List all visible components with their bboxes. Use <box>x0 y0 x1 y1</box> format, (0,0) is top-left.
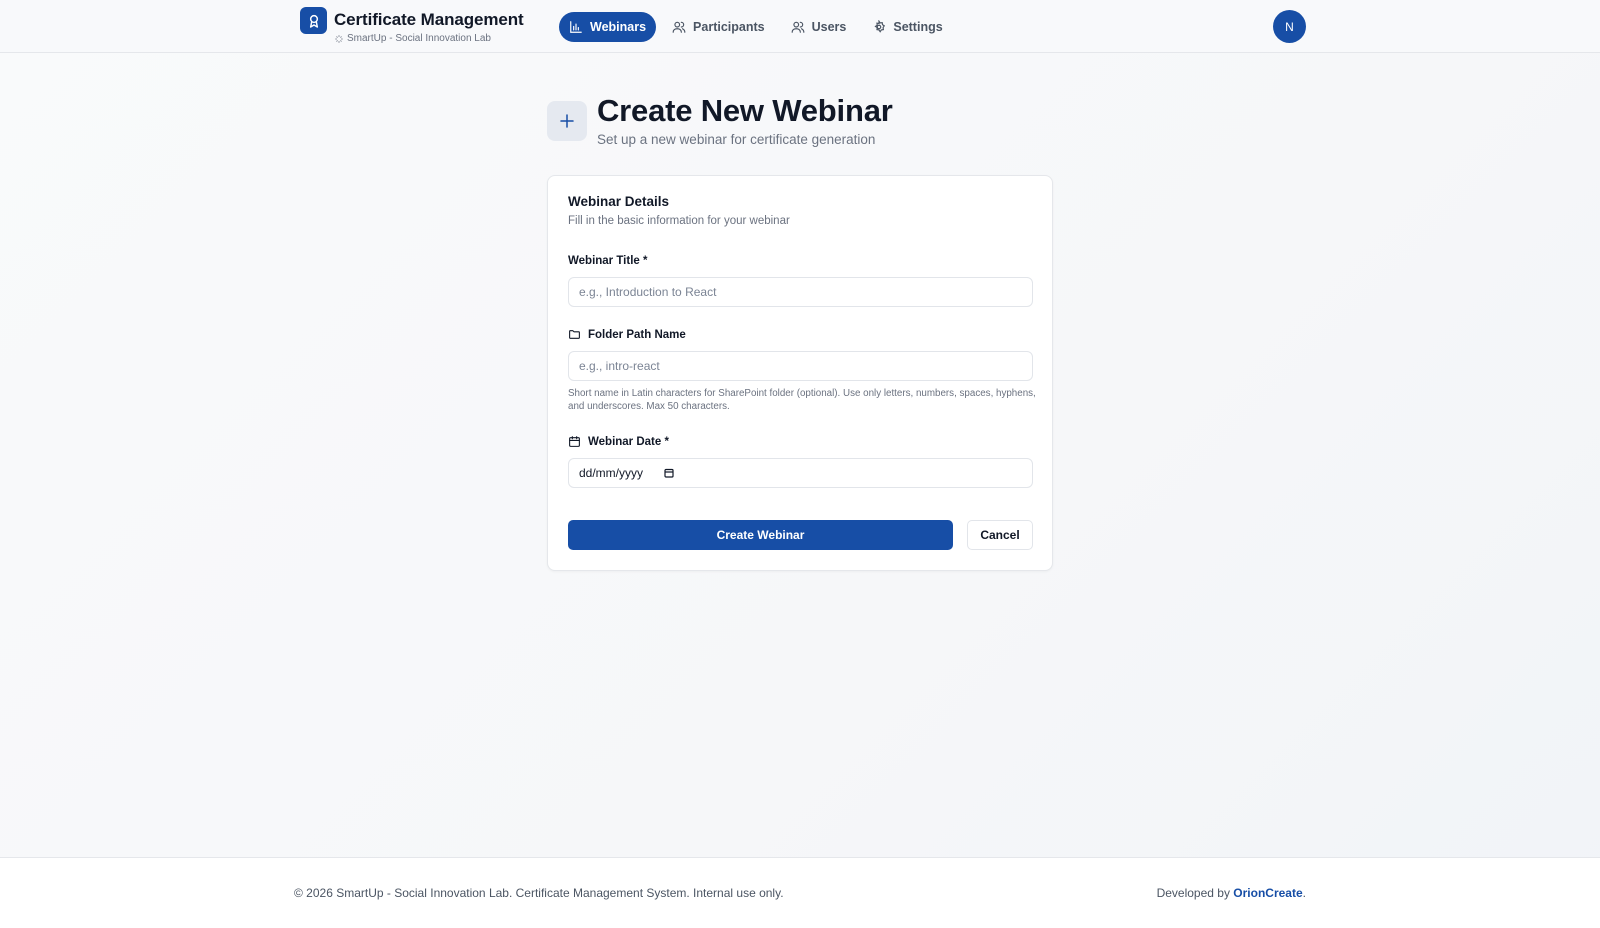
label-text: Folder Path Name <box>588 328 686 341</box>
card-subtitle: Fill in the basic information for your w… <box>568 215 790 227</box>
plus-icon <box>547 101 587 141</box>
users-icon <box>672 21 686 33</box>
webinar-details-card: Webinar Details Fill in the basic inform… <box>547 175 1053 571</box>
calendar-picker-icon[interactable] <box>663 467 675 479</box>
cancel-button[interactable]: Cancel <box>967 520 1033 550</box>
bar-chart-icon <box>570 21 582 33</box>
label-text: Webinar Title * <box>568 255 648 267</box>
award-icon <box>300 7 327 34</box>
user-avatar[interactable]: N <box>1273 10 1306 43</box>
calendar-icon <box>569 436 580 447</box>
nav-label: Participants <box>693 20 765 34</box>
brand[interactable]: Certificate Management SmartUp - Social … <box>300 7 524 45</box>
folder-path-label: Folder Path Name <box>568 328 686 341</box>
folder-path-input[interactable] <box>568 351 1033 381</box>
users-icon <box>791 21 805 33</box>
app-subtitle: SmartUp - Social Innovation Lab <box>347 33 491 44</box>
app-footer: © 2026 SmartUp - Social Innovation Lab. … <box>0 857 1600 928</box>
nav-label: Settings <box>893 20 943 34</box>
nav-settings[interactable]: Settings <box>862 12 952 42</box>
page-title: Create New Webinar <box>597 93 893 128</box>
nav-participants[interactable]: Participants <box>662 12 775 42</box>
nav-label: Webinars <box>590 20 647 34</box>
label-text: Webinar Date * <box>588 435 669 448</box>
webinar-title-label: Webinar Title * <box>568 255 647 267</box>
main-nav: Webinars Participants Users Settings <box>559 12 953 42</box>
nav-webinars[interactable]: Webinars <box>559 12 657 42</box>
page-subtitle: Set up a new webinar for certificate gen… <box>597 132 876 147</box>
gear-icon <box>874 20 886 33</box>
webinar-date-input[interactable]: dd/mm/yyyy <box>568 458 1033 488</box>
date-placeholder: dd/mm/yyyy <box>579 466 644 480</box>
footer-developed-by: Developed by <box>1156 886 1234 900</box>
footer-period: . <box>1302 886 1306 900</box>
app-title: Certificate Management <box>334 10 524 29</box>
nav-users[interactable]: Users <box>781 12 857 42</box>
page-heading: Create New Webinar Set up a new webinar … <box>547 91 893 149</box>
footer-credit: Developed by OrionCreate. <box>1157 886 1306 900</box>
folder-icon <box>569 330 580 339</box>
card-title: Webinar Details <box>568 194 670 209</box>
create-webinar-button[interactable]: Create Webinar <box>568 520 953 550</box>
footer-copyright: © 2026 SmartUp - Social Innovation Lab. … <box>294 886 784 900</box>
nav-label: Users <box>811 20 847 34</box>
folder-path-help: Short name in Latin characters for Share… <box>568 388 1036 412</box>
app-header: Certificate Management SmartUp - Social … <box>0 0 1600 53</box>
sparkle-icon <box>335 35 343 43</box>
webinar-title-input[interactable] <box>568 277 1033 307</box>
webinar-date-label: Webinar Date * <box>568 435 669 448</box>
developer-link[interactable]: OrionCreate <box>1233 886 1302 900</box>
